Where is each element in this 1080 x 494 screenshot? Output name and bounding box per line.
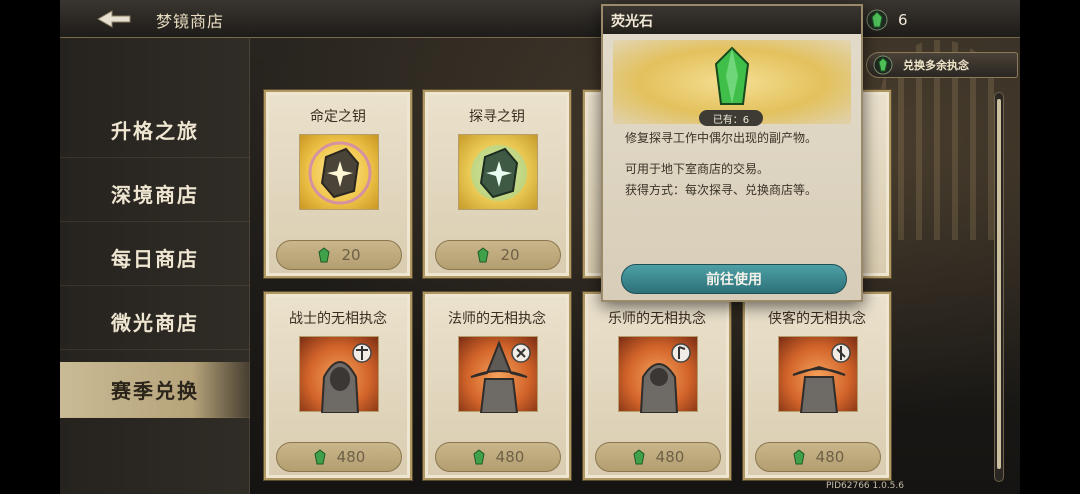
scrollbar[interactable] xyxy=(994,92,1004,482)
sidebar-item-label: 深境商店 xyxy=(111,183,199,207)
go-use-button[interactable]: 前往使用 xyxy=(621,264,847,294)
currency-display: 6 xyxy=(866,6,956,34)
shop-card-destiny-key[interactable]: 命定之钥 20 xyxy=(264,90,412,278)
price-value: 480 xyxy=(655,448,685,466)
shop-card-ranger-obsession[interactable]: 侠客的无相执念 480 xyxy=(743,292,891,480)
popup-desc-line: 获得方式：每次探寻、兑换商店等。 xyxy=(625,183,818,197)
owned-count-text: 已有：6 xyxy=(712,114,750,126)
sidebar-item-label: 升格之旅 xyxy=(111,119,199,143)
popup-description: 修复探寻工作中偶尔出现的副产物。 可用于地下室商店的交易。 获得方式：每次探寻、… xyxy=(625,128,847,201)
card-image xyxy=(299,336,379,414)
exchange-extra-label: 兑换多余执念 xyxy=(903,59,969,72)
price-tag[interactable]: 480 xyxy=(755,442,881,472)
popup-title: 荧光石 xyxy=(603,6,861,34)
popup-desc-line: 修复探寻工作中偶尔出现的副产物。 xyxy=(625,131,818,145)
card-name: 法师的无相执念 xyxy=(448,311,546,327)
sidebar-item-ascension[interactable]: 升格之旅 xyxy=(60,102,250,158)
page-title: 梦镜商店 xyxy=(156,12,225,31)
price-value: 20 xyxy=(500,246,520,264)
price-tag[interactable]: 480 xyxy=(435,442,561,472)
card-image xyxy=(618,336,698,414)
sidebar-item-label: 微光商店 xyxy=(111,311,199,335)
card-image xyxy=(778,336,858,414)
card-image xyxy=(458,336,538,414)
price-tag[interactable]: 480 xyxy=(276,442,402,472)
back-arrow-icon xyxy=(96,10,131,28)
card-name: 侠客的无相执念 xyxy=(768,311,866,327)
card-image xyxy=(458,134,538,210)
price-value: 480 xyxy=(495,448,525,466)
sidebar: 升格之旅 深境商店 每日商店 微光商店 赛季兑换 xyxy=(60,38,250,494)
fluorite-gem-icon xyxy=(314,449,326,465)
fluorite-gem-icon xyxy=(866,9,888,31)
sidebar-item-deep-shop[interactable]: 深境商店 xyxy=(60,166,250,222)
owned-count: 已有：6 xyxy=(699,110,763,126)
witch-hat-figure-icon xyxy=(470,340,531,414)
card-name: 乐师的无相执念 xyxy=(608,311,706,327)
fluorite-gem-icon xyxy=(477,247,490,263)
bard-figure-icon xyxy=(639,343,691,414)
card-name: 战士的无相执念 xyxy=(289,311,387,327)
fluorite-gem-icon xyxy=(633,449,645,465)
seek-key-icon xyxy=(471,145,527,201)
fluorite-gem-icon xyxy=(873,55,893,75)
scrollbar-thumb[interactable] xyxy=(997,99,1001,469)
shop-card-mage-obsession[interactable]: 法师的无相执念 480 xyxy=(423,292,571,480)
price-tag[interactable]: 20 xyxy=(435,240,561,270)
back-button[interactable] xyxy=(92,6,136,32)
popup-desc-line: 可用于地下室商店的交易。 xyxy=(625,162,770,176)
shop-card-seek-key[interactable]: 探寻之钥 20 xyxy=(423,90,571,278)
ranger-figure-icon xyxy=(792,343,851,414)
fluorite-gem-icon xyxy=(473,449,485,465)
shop-card-bard-obsession[interactable]: 乐师的无相执念 480 xyxy=(583,292,731,480)
price-value: 20 xyxy=(341,246,361,264)
item-detail-popup: 荧光石 已有：6 修复探寻工作中偶尔出现的副产物。 可用于地下室商店的交易。 获… xyxy=(601,4,863,302)
exchange-extra-button[interactable]: 兑换多余执念 xyxy=(866,52,1018,78)
sidebar-item-glimmer-shop[interactable]: 微光商店 xyxy=(60,294,250,350)
price-tag[interactable]: 480 xyxy=(595,442,721,472)
sidebar-item-label: 每日商店 xyxy=(111,247,199,271)
sidebar-item-season-exchange[interactable]: 赛季兑换 xyxy=(60,362,250,418)
price-value: 480 xyxy=(336,448,366,466)
sidebar-item-label: 赛季兑换 xyxy=(111,379,199,403)
price-tag[interactable]: 20 xyxy=(276,240,402,270)
destiny-key-icon xyxy=(308,141,372,205)
price-value: 480 xyxy=(815,448,845,466)
hooded-figure-icon xyxy=(320,343,372,414)
sidebar-item-daily-shop[interactable]: 每日商店 xyxy=(60,230,250,286)
fluorite-gem-icon xyxy=(318,247,331,263)
card-image xyxy=(299,134,379,210)
currency-count: 6 xyxy=(898,11,908,29)
fluorite-gem-icon xyxy=(793,449,805,465)
card-name: 探寻之钥 xyxy=(469,109,525,125)
build-id-label: PID62766 1.0.5.6 xyxy=(826,481,904,491)
shop-card-warrior-obsession[interactable]: 战士的无相执念 480 xyxy=(264,292,412,480)
card-name: 命定之钥 xyxy=(310,109,366,125)
